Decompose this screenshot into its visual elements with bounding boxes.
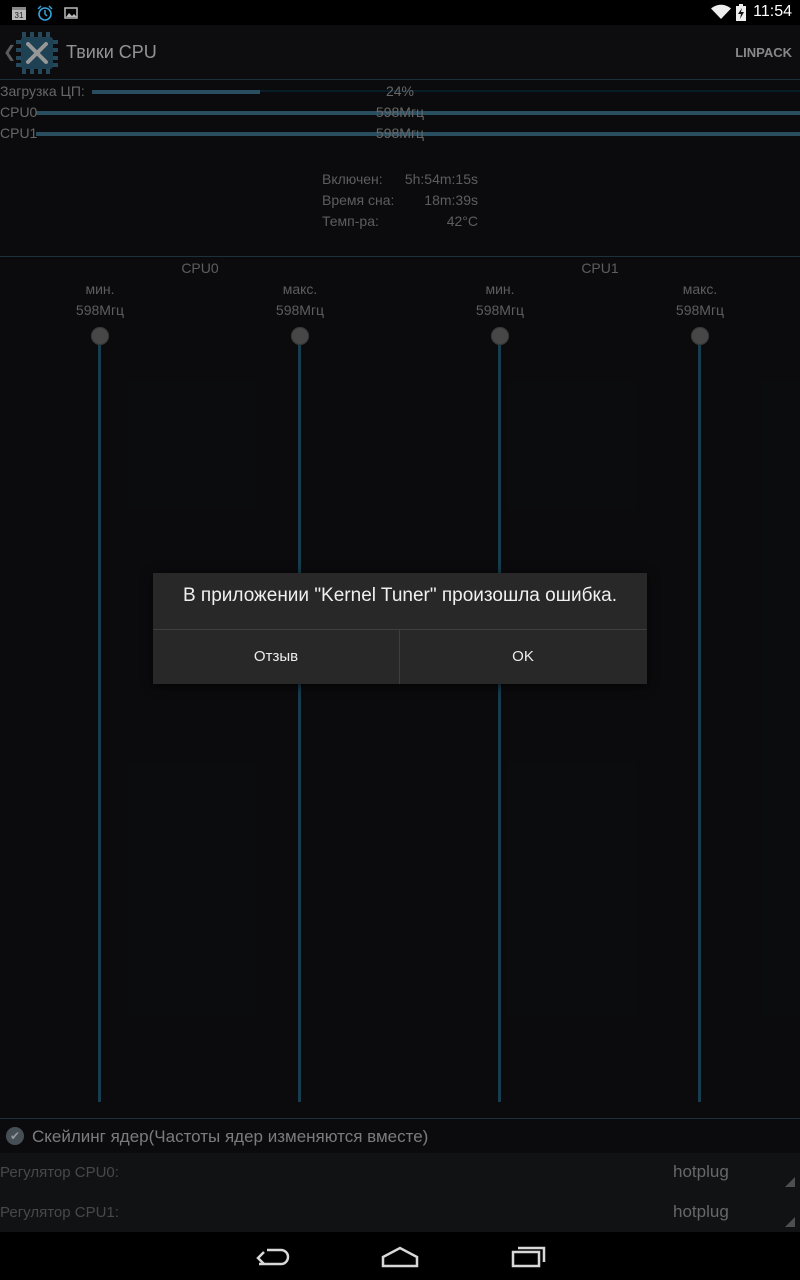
crash-dialog: В приложении "Kernel Tuner" произошла ош… — [153, 573, 647, 684]
image-icon — [63, 5, 79, 26]
ok-button[interactable]: OK — [400, 630, 646, 684]
battery-icon — [736, 4, 746, 26]
wifi-icon — [711, 4, 731, 25]
dialog-message: В приложении "Kernel Tuner" произошла ош… — [182, 585, 618, 606]
status-time: 11:54 — [753, 3, 792, 20]
report-button[interactable]: Отзыв — [153, 630, 399, 684]
recent-apps-icon[interactable] — [503, 1240, 553, 1272]
calendar-day: 31 — [15, 11, 24, 20]
navigation-bar — [0, 1232, 800, 1280]
home-icon[interactable] — [375, 1240, 425, 1272]
back-icon[interactable] — [247, 1240, 297, 1272]
status-bar: 31 11:54 — [0, 0, 800, 25]
calendar-icon: 31 — [11, 5, 27, 26]
alarm-icon — [37, 5, 53, 26]
